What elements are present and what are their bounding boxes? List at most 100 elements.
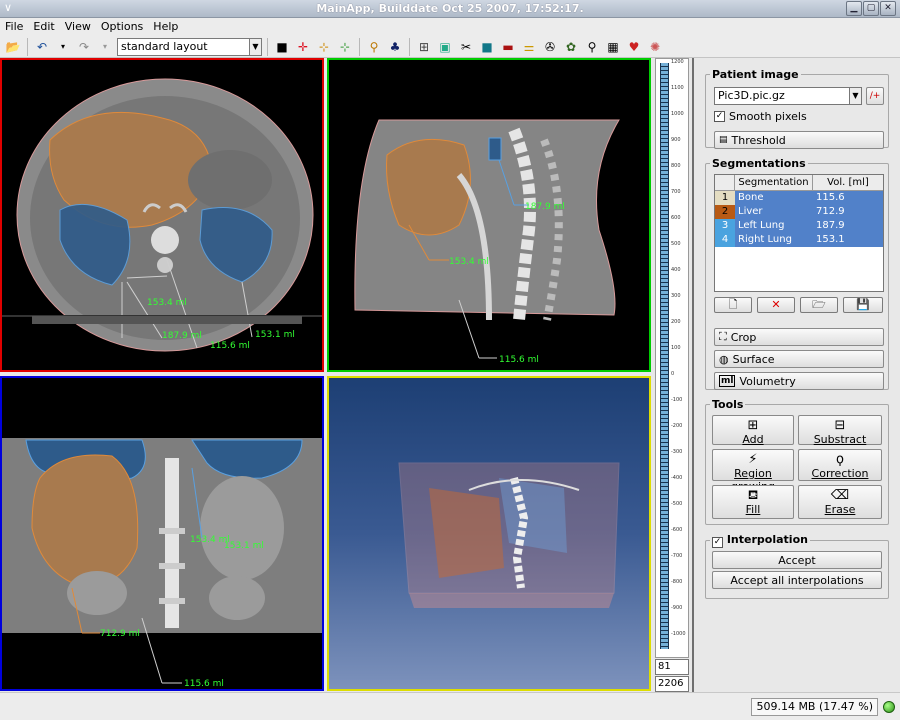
interpolation-title: Interpolation [726, 533, 808, 546]
segmentation-color-swatch[interactable]: 4 [715, 233, 735, 247]
lasso-icon[interactable]: ⚲ [583, 38, 601, 56]
open-icon[interactable]: 📂 [4, 38, 22, 56]
column-header-volume[interactable]: Vol. [ml] [813, 175, 883, 190]
threshold-button[interactable]: ▤ Threshold [714, 131, 884, 149]
brain-icon[interactable]: ✺ [646, 38, 664, 56]
measurement-label: 187.9 ml [162, 331, 202, 341]
measurement-label: 153.1 ml [224, 541, 264, 551]
slice-icon[interactable]: ▬ [499, 38, 517, 56]
measurement-label: 115.6 ml [184, 679, 224, 689]
undo-dropdown-icon[interactable]: ▾ [54, 38, 72, 56]
segmentation-name: Liver [738, 206, 763, 217]
segmentation-icon[interactable]: ✿ [562, 38, 580, 56]
chevron-down-icon: ▼ [849, 88, 861, 104]
menu-view[interactable]: View [65, 20, 91, 36]
menu-bar: File Edit View Options Help [0, 18, 900, 36]
cut-icon[interactable]: ✂ [457, 38, 475, 56]
surface-button[interactable]: ◍ Surface [714, 350, 884, 368]
segmentation-volume: 187.9 [816, 220, 845, 231]
interpolation-group: ✓ Interpolation Accept Accept all interp… [705, 533, 889, 599]
delete-segmentation-icon[interactable]: ✕ [757, 297, 795, 313]
maximize-button[interactable]: ▢ [863, 1, 879, 16]
segmentations-title: Segmentations [712, 157, 806, 170]
close-button[interactable]: ✕ [880, 1, 896, 16]
segmentation-row[interactable]: 2 Liver 712.9 [715, 205, 883, 219]
correction-button[interactable]: ϙ Correction [798, 449, 882, 481]
save-segmentation-icon[interactable]: 💾 [843, 297, 883, 313]
segmentation-color-swatch[interactable]: 2 [715, 205, 735, 219]
scale-tick-label: 1100 [671, 85, 684, 91]
redo-dropdown-icon[interactable]: ▾ [96, 38, 114, 56]
scale-tick-label: -400 [671, 475, 683, 481]
subtract-button[interactable]: ⊟ Substract [798, 415, 882, 446]
grid-icon[interactable]: ⊞ [415, 38, 433, 56]
crosshair-icon[interactable]: ✛ [294, 38, 312, 56]
heart-icon[interactable]: ♥ [625, 38, 643, 56]
table-icon[interactable]: ▦ [604, 38, 622, 56]
panel-splitter[interactable] [692, 58, 694, 692]
level-window-bar[interactable] [660, 63, 669, 649]
region-growing-button[interactable]: ⚡ Region growing [712, 449, 794, 493]
level-input[interactable]: 81 [655, 659, 689, 675]
column-header-segmentation[interactable]: Segmentation [735, 175, 813, 190]
new-segmentation-icon[interactable]: 🗋 [714, 297, 752, 313]
accept-all-interpolations-button[interactable]: Accept all interpolations [712, 571, 882, 589]
erase-button[interactable]: ⌫ Erase [798, 485, 882, 519]
volume-icon[interactable]: ♣ [386, 38, 404, 56]
segmentation-row[interactable]: 4 Right Lung 153.1 [715, 233, 883, 247]
pointset-icon[interactable]: ⚲ [365, 38, 383, 56]
interpolation-toggle[interactable]: ✓ Interpolation [710, 533, 810, 548]
single-view-icon[interactable]: ■ [273, 38, 291, 56]
scale-tick-label: 700 [671, 189, 681, 195]
undo-icon[interactable]: ↶ [33, 38, 51, 56]
3d-render-view[interactable] [327, 376, 651, 691]
cube-icon[interactable]: ■ [478, 38, 496, 56]
layout-select[interactable]: standard layout ▼ [117, 37, 262, 56]
annotate-icon[interactable]: ⊹ [336, 38, 354, 56]
measurement-label: 153.1 ml [255, 330, 295, 340]
scale-tick-label: 300 [671, 293, 681, 299]
menu-help[interactable]: Help [153, 20, 178, 36]
coronal-view[interactable]: 153.4 ml 153.1 ml 712.9 ml 115.6 ml [0, 376, 324, 691]
volumetry-button[interactable]: ml Volumetry [714, 372, 884, 390]
sagittal-view[interactable]: 187.9 ml 153.4 ml 115.6 ml [327, 58, 651, 372]
mpr-icon[interactable]: ▣ [436, 38, 454, 56]
status-led-icon [883, 701, 895, 713]
axial-view[interactable]: 153.4 ml 187.9 ml 115.6 ml 153.1 ml [0, 58, 324, 372]
ruler-icon[interactable]: ⚌ [520, 38, 538, 56]
segmentation-color-swatch[interactable]: 1 [715, 191, 735, 205]
fill-button[interactable]: ⛾ Fill [712, 485, 794, 519]
redo-icon[interactable]: ↷ [75, 38, 93, 56]
menu-file[interactable]: File [5, 20, 23, 36]
segmentation-row[interactable]: 1 Bone 115.6 [715, 191, 883, 205]
level-window-slider[interactable]: 1200 1100 1000 900 800 700 600 500 400 3… [655, 58, 689, 658]
scale-tick-label: -800 [671, 579, 683, 585]
measure-icon[interactable]: ⊹ [315, 38, 333, 56]
threshold-label: Threshold [731, 133, 786, 147]
window-input[interactable]: 2206 [655, 676, 689, 692]
segmentation-row[interactable]: 3 Left Lung 187.9 [715, 219, 883, 233]
camera-icon[interactable]: ✇ [541, 38, 559, 56]
accept-button[interactable]: Accept [712, 551, 882, 569]
smooth-pixels-checkbox[interactable]: ✓ Smooth pixels [714, 110, 807, 123]
add-button[interactable]: ⊞ Add [712, 415, 794, 446]
scale-tick-label: 1200 [671, 59, 684, 65]
scale-tick-label: 100 [671, 345, 681, 351]
menu-options[interactable]: Options [101, 20, 143, 36]
segmentation-color-swatch[interactable]: 3 [715, 219, 735, 233]
crop-label: Crop [730, 330, 757, 344]
measurement-label: 153.4 ml [449, 257, 489, 267]
menu-edit[interactable]: Edit [33, 20, 54, 36]
add-image-icon[interactable]: /+ [866, 87, 884, 105]
minimize-button[interactable]: ▁ [846, 1, 862, 16]
smooth-pixels-label: Smooth pixels [729, 110, 807, 123]
status-bar: 509.14 MB (17.47 %) [0, 692, 900, 720]
crop-button[interactable]: ⛶ Crop [714, 328, 884, 346]
threshold-icon: ▤ [719, 135, 728, 145]
load-segmentation-icon[interactable]: 🗁 [800, 297, 838, 313]
patient-image-select[interactable]: Pic3D.pic.gz ▼ [714, 87, 862, 105]
minus-square-icon: ⊟ [834, 418, 846, 433]
checkbox-checked-icon: ✓ [714, 111, 725, 122]
scale-tick-label: 800 [671, 163, 681, 169]
segmentation-table[interactable]: Segmentation Vol. [ml] 1 Bone 115.6 2 Li… [714, 174, 884, 292]
